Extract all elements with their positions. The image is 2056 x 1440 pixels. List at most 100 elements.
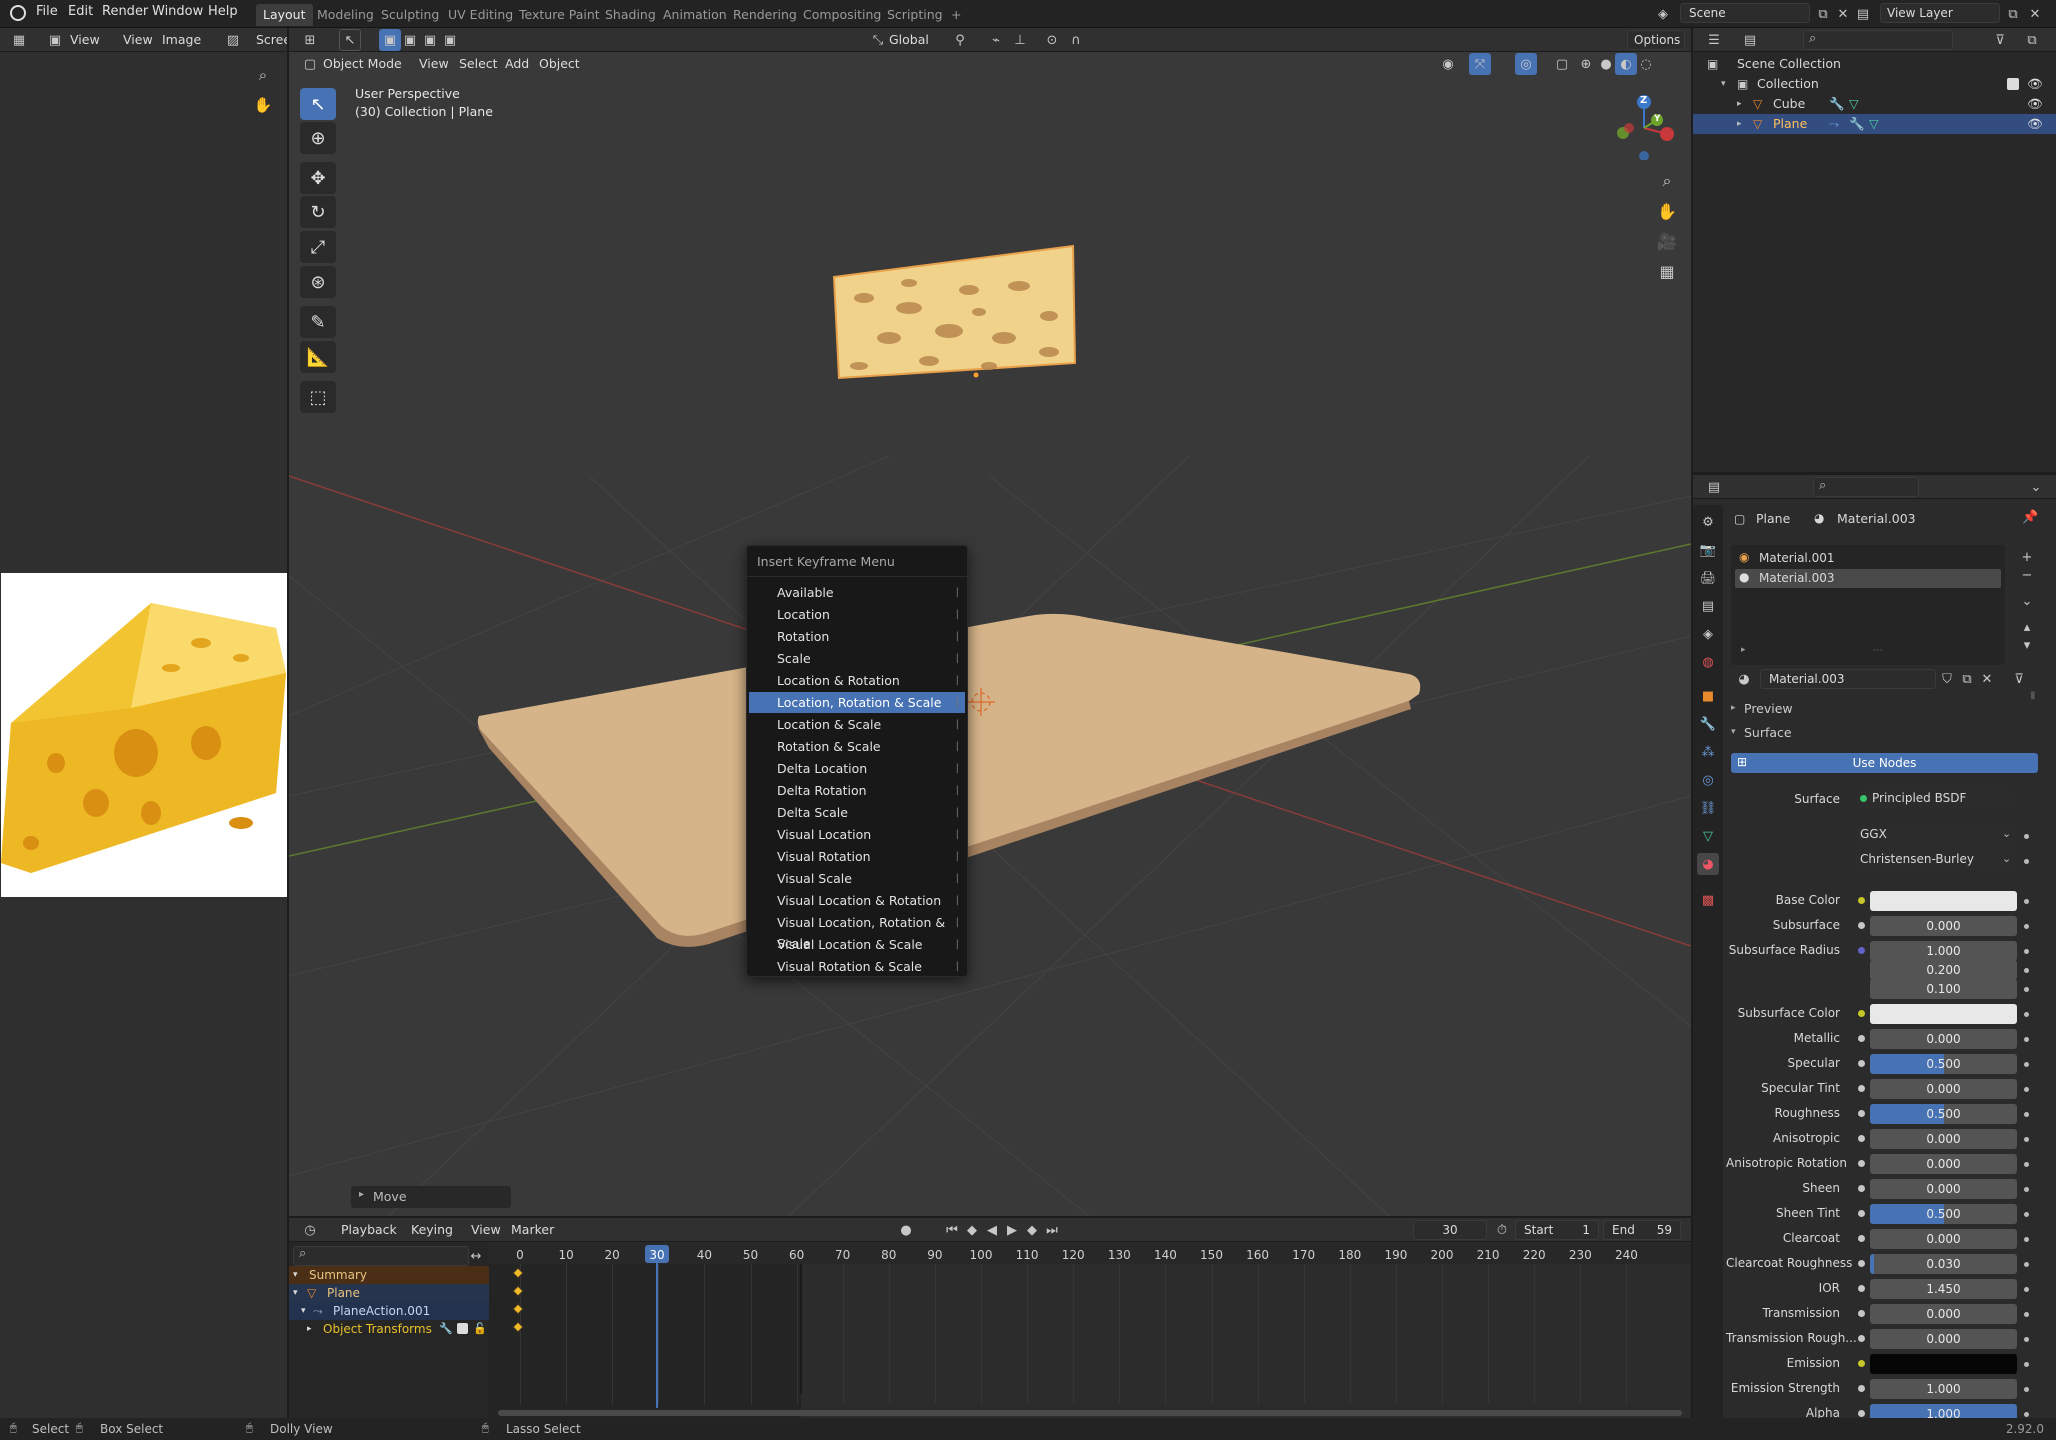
tab-uv-editing[interactable]: UV Editing [441,4,520,26]
pan-hand-icon[interactable]: ✋ [252,94,274,116]
scrollbar[interactable]: ▮ [2030,690,2036,701]
expand-arrow-icon[interactable]: ▾ [293,1284,298,1302]
menu-render[interactable]: Render [102,4,148,19]
value-slider[interactable]: 1.000 [1870,941,2017,961]
expand-arrow-icon[interactable]: ▸ [1741,645,1746,655]
value-slider[interactable]: 0.000 [1870,1029,2017,1049]
menu-file[interactable]: File [36,4,58,19]
annotate-tool[interactable]: ✎ [300,306,336,338]
view-layer-selector[interactable]: View Layer [1880,3,2000,23]
keyframe-dot-icon[interactable] [2024,1112,2029,1117]
solid-shading-icon[interactable]: ● [1595,53,1617,75]
editor-type-icon[interactable]: ▤ [1703,476,1725,498]
keyframe-menu-item[interactable]: Location, Rotation & Scale | [749,692,965,713]
value-slider[interactable]: 1.000 [1870,1379,2017,1399]
transform-tool[interactable]: ⊛ [300,266,336,298]
wrench-icon[interactable]: 🔧 [439,1320,453,1338]
keyframe-menu-item[interactable]: Visual Location | [749,824,965,845]
input-socket-icon[interactable] [1858,1385,1865,1392]
outliner-row-cube[interactable]: ▸ ▽ Cube 🔧 ▽ 👁 [1693,94,2056,114]
viewport-menu-add[interactable]: Add [505,56,529,71]
select-mode-intersect-icon[interactable]: ▣ [439,29,461,51]
menu-help[interactable]: Help [208,4,238,19]
options-dropdown[interactable]: Options [1627,30,1685,50]
tab-modeling[interactable]: Modeling [310,4,381,26]
keyframe-menu-item[interactable]: Visual Scale | [749,868,965,889]
value-slider[interactable]: 0.200 [1870,960,2017,980]
editor-type-icon[interactable]: ◷ [299,1219,321,1241]
scene-icon[interactable]: ◈ [1652,3,1674,25]
tab-animation[interactable]: Animation [656,4,734,26]
expand-arrow-icon[interactable]: ▾ [1721,74,1726,94]
measure-tool[interactable]: 📐 [300,341,336,373]
next-keyframe-icon[interactable]: ◆ [1021,1219,1043,1241]
keyframe-dot-icon[interactable] [2024,1362,2029,1367]
outliner-row-plane[interactable]: ▸ ▽ Plane ⤳ 🔧 ▽ 👁 [1693,114,2056,134]
jump-end-icon[interactable]: ⏭ [1041,1219,1063,1241]
fake-user-icon[interactable]: ⛉ [1936,668,1958,690]
material-name-field[interactable]: Material.003 [1760,669,1936,689]
material-shading-icon[interactable]: ◐ [1615,53,1637,75]
input-socket-icon[interactable] [1858,1285,1865,1292]
visibility-icon[interactable]: ◉ [1437,53,1459,75]
color-swatch[interactable] [1870,1354,2017,1374]
value-slider[interactable]: 0.100 [1870,979,2017,999]
value-slider[interactable]: 0.000 [1870,1154,2017,1174]
keyframe-dot-icon[interactable] [2024,1412,2029,1417]
value-slider[interactable]: 0.000 [1870,916,2017,936]
add-workspace-button[interactable]: + [944,4,968,26]
last-operator-panel[interactable]: ▸ Move [351,1186,511,1208]
eye-icon[interactable]: 👁 [2027,74,2043,94]
value-slider[interactable]: 0.000 [1870,1229,2017,1249]
snap-target-icon[interactable]: ⊥ [1009,29,1031,51]
keyframe-dot-icon[interactable] [2024,1087,2029,1092]
expand-arrow-icon[interactable]: ▸ [1737,114,1742,134]
new-scene-icon[interactable]: ⧉ [1812,3,1834,25]
keyframe-dot-icon[interactable] [2024,859,2029,864]
expand-arrow-icon[interactable]: ▸ [1737,94,1742,114]
keyframe-menu-item[interactable]: Scale | [749,648,965,669]
input-socket-icon[interactable] [1858,1035,1865,1042]
outliner-row-scene-collection[interactable]: ▣ Scene Collection [1693,54,2056,74]
tab-shading[interactable]: Shading [598,4,663,26]
transform-orientation-dropdown[interactable]: Global [889,32,929,47]
tab-sculpting[interactable]: Sculpting [374,4,446,26]
keyframe-dot-icon[interactable] [2024,987,2029,992]
input-socket-icon[interactable] [1858,1185,1865,1192]
value-slider[interactable]: 0.000 [1870,1079,2017,1099]
menu-window[interactable]: Window [152,4,203,19]
camera-view-icon[interactable]: 🎥 [1656,230,1678,252]
xray-icon[interactable]: ▢ [1551,53,1573,75]
input-socket-icon[interactable] [1858,1335,1865,1342]
add-cube-tool[interactable]: ⬚ [300,381,336,413]
use-nodes-button[interactable]: Use Nodes [1731,753,2038,773]
properties-search-input[interactable] [1813,477,1919,497]
select-tool-icon[interactable]: ↖ [339,29,361,51]
channel-object-transforms[interactable]: ▸ Object Transforms 🔧 🔓 [289,1320,489,1338]
object-mode-dropdown[interactable]: Object Mode [323,56,402,71]
keyframe-dot-icon[interactable] [2024,1237,2029,1242]
cursor-tool[interactable]: ⊕ [300,122,336,154]
keyframe-menu-item[interactable]: Visual Location & Rotation | [749,890,965,911]
input-socket-icon[interactable] [1858,1310,1865,1317]
keyframe-menu-item[interactable]: Visual Rotation | [749,846,965,867]
keyframe-dot-icon[interactable] [2024,1187,2029,1192]
delete-view-layer-icon[interactable]: ✕ [2024,3,2046,25]
keyframe-menu-item[interactable]: Location & Rotation | [749,670,965,691]
keyframe-dot-icon[interactable] [2024,1137,2029,1142]
view-mode-icon[interactable]: ▣ [44,29,66,51]
editor-type-icon[interactable]: ☰ [1703,29,1725,51]
world-tab-icon[interactable]: ◍ [1697,651,1719,673]
keyframe-menu-item[interactable]: Location | [749,604,965,625]
tab-texture-paint[interactable]: Texture Paint [512,4,607,26]
editor-type-icon[interactable]: ⊞ [299,29,321,51]
input-socket-icon[interactable] [1858,1235,1865,1242]
orientation-icon[interactable]: ⤡ [867,29,889,51]
keyframe-menu-item[interactable]: Rotation | [749,626,965,647]
physics-tab-icon[interactable]: ◎ [1697,769,1719,791]
tab-scripting[interactable]: Scripting [880,4,950,26]
filter-icon[interactable]: ⊽ [1989,29,2011,51]
image-view-menu[interactable]: View [123,32,153,47]
chevron-down-icon[interactable]: ⌄ [2025,476,2047,498]
viewport-menu-object[interactable]: Object [539,56,580,71]
